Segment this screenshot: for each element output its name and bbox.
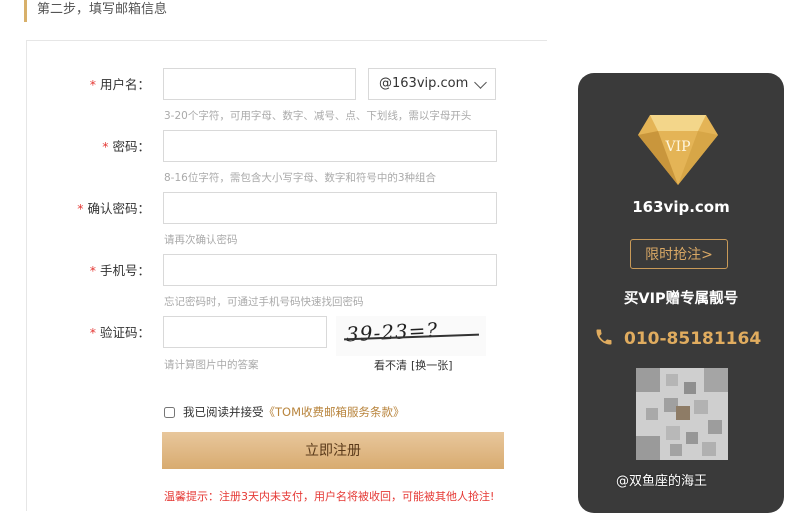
phone-label: * 手机号： [89, 263, 150, 278]
phone-icon [596, 329, 612, 345]
password-hint: 8-16位字符，需包含大小写字母、数字和符号中的3种组合 [164, 172, 437, 184]
step-title: 第二步，填写邮箱信息 [24, 0, 167, 22]
confirm-password-label: * 确认密码： [77, 201, 150, 216]
agreement-row: 我已阅读并接受《TOM收费邮箱服务条款》 [164, 404, 405, 420]
captcha-image[interactable]: 39-23=? [336, 316, 486, 356]
captcha-unclear-text: 看不清 [374, 359, 407, 372]
captcha-hint: 请计算图片中的答案 [164, 359, 259, 371]
phone-input[interactable] [163, 254, 497, 286]
domain-select[interactable]: @163vip.com [368, 68, 496, 100]
vip-promo-card: VIP 163vip.com 限时抢注> 买VIP赠专属靓号 010-85181… [578, 73, 784, 513]
vip-domain: 163vip.com [632, 198, 730, 216]
username-label: * 用户名： [89, 77, 150, 92]
phone-hint: 忘记密码时，可通过手机号码快速找回密码 [164, 296, 364, 308]
register-button[interactable]: 立即注册 [162, 432, 504, 469]
qr-code-icon [636, 368, 728, 460]
username-hint: 3-20个字符，可用字母、数字、减号、点、下划线，需以字母开头 [164, 110, 472, 122]
watermark: @双鱼座的海王 [616, 474, 708, 489]
vip-gem-text: VIP [664, 139, 690, 155]
hotline-number: 010-85181164 [624, 329, 762, 349]
agreement-text: 我已阅读并接受 [183, 405, 264, 419]
captcha-label: * 验证码： [89, 325, 150, 340]
password-input[interactable] [163, 130, 497, 162]
captcha-refresh-link[interactable]: [换一张] [411, 359, 453, 372]
chevron-down-icon [474, 76, 487, 89]
captcha-image-text: 39-23=? [345, 317, 439, 347]
agreement-checkbox[interactable] [164, 407, 175, 418]
terms-link[interactable]: 《TOM收费邮箱服务条款》 [264, 405, 405, 419]
limited-register-button[interactable]: 限时抢注> [630, 239, 728, 269]
warning-text: 温馨提示：注册3天内未支付，用户名将被收回，可能被其他人抢注! [164, 490, 495, 503]
vip-diamond-icon: VIP [638, 115, 718, 185]
captcha-links: 看不清 [换一张] [374, 357, 453, 373]
username-input[interactable] [163, 68, 356, 100]
vip-slogan: 买VIP赠专属靓号 [623, 291, 739, 307]
captcha-input[interactable] [163, 316, 327, 348]
password-label: * 密码： [102, 139, 150, 154]
confirm-password-hint: 请再次确认密码 [164, 234, 238, 246]
domain-select-value: @163vip.com [379, 76, 469, 91]
confirm-password-input[interactable] [163, 192, 497, 224]
hotline: 010-85181164 [594, 327, 761, 349]
